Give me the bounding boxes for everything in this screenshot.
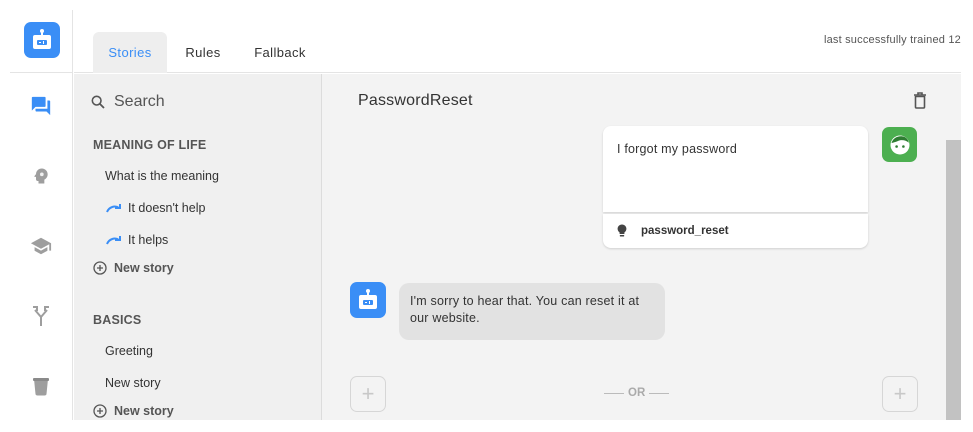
user-utterance-card: I forgot my password password_reset — [603, 126, 868, 248]
lightbulb-icon — [617, 224, 627, 237]
new-story-button[interactable]: New story — [93, 261, 174, 275]
intent-row[interactable]: password_reset — [603, 214, 868, 248]
robot-icon[interactable] — [24, 22, 60, 58]
tab-bar: Stories Rules Fallback last successfully… — [74, 10, 961, 73]
trash-icon[interactable] — [913, 91, 927, 114]
scrollbar[interactable] — [946, 140, 961, 420]
story-editor: PasswordReset I forgot my password passw… — [322, 74, 961, 420]
story-group-title: BASICS — [93, 313, 142, 327]
tab-stories[interactable]: Stories — [93, 32, 167, 73]
story-branch-item[interactable]: It helps — [105, 233, 168, 247]
graduation-cap-icon[interactable] — [29, 234, 53, 258]
story-item[interactable]: New story — [105, 376, 161, 390]
intent-label: password_reset — [641, 225, 729, 237]
user-message[interactable]: I forgot my password — [603, 126, 868, 212]
story-branch-item[interactable]: It doesn't help — [105, 201, 205, 215]
chat-bubbles-icon[interactable] — [29, 94, 53, 118]
add-user-step-button[interactable]: + — [350, 376, 386, 412]
or-label: OR — [628, 387, 646, 399]
brain-lightbulb-icon[interactable] — [29, 164, 53, 188]
app: Stories Rules Fallback last successfully… — [0, 0, 973, 432]
story-branch-label: It helps — [128, 233, 169, 247]
new-story-label: New story — [114, 261, 174, 275]
tab-fallback[interactable]: Fallback — [247, 32, 313, 73]
story-branch-label: It doesn't help — [128, 201, 206, 215]
story-group-title: MEANING OF LIFE — [93, 138, 207, 152]
training-status: last successfully trained 12 — [823, 34, 961, 46]
user-face-icon — [890, 135, 909, 154]
or-divider: OR — [604, 387, 670, 399]
new-story-label: New story — [114, 404, 174, 418]
search-placeholder: Search — [114, 93, 165, 110]
story-list-panel: Search MEANING OF LIFE What is the meani… — [74, 74, 322, 420]
new-story-button[interactable]: New story — [93, 404, 174, 418]
redo-arrow-icon — [106, 204, 121, 213]
user-avatar — [882, 127, 917, 162]
search-icon — [91, 95, 105, 109]
story-title: PasswordReset — [358, 92, 473, 109]
branch-fork-icon[interactable] — [29, 304, 53, 328]
add-circle-icon — [93, 261, 107, 275]
redo-arrow-icon — [106, 236, 121, 245]
bot-avatar — [350, 282, 386, 318]
pail-icon[interactable] — [29, 374, 53, 398]
search-input[interactable]: Search — [90, 92, 165, 112]
add-circle-icon — [93, 404, 107, 418]
bot-response-message[interactable]: I'm sorry to hear that. You can reset it… — [399, 283, 665, 340]
or-line-right — [649, 392, 670, 394]
nav-rail — [10, 10, 73, 420]
story-item[interactable]: Greeting — [105, 344, 153, 358]
add-bot-step-button[interactable]: + — [882, 376, 918, 412]
robot-icon — [359, 289, 377, 309]
rail-divider — [10, 72, 73, 73]
story-item[interactable]: What is the meaning — [105, 169, 219, 183]
or-line-left — [604, 392, 624, 394]
tab-rules[interactable]: Rules — [175, 32, 231, 73]
